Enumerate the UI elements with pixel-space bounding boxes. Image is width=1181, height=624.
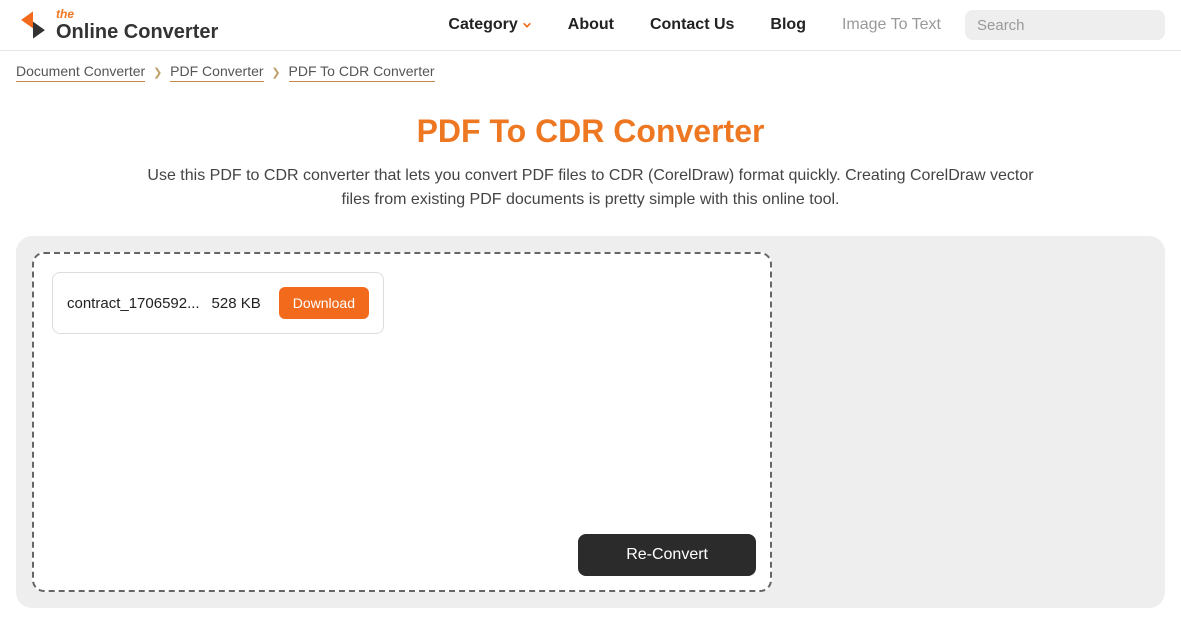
drop-zone[interactable]: contract_1706592... 528 KB Download Re-C… bbox=[32, 252, 772, 592]
logo-icon bbox=[16, 8, 50, 42]
logo[interactable]: the Online Converter bbox=[16, 8, 218, 42]
chevron-right-icon: ❯ bbox=[153, 67, 162, 79]
logo-text: the Online Converter bbox=[56, 8, 218, 42]
chevron-down-icon bbox=[522, 20, 532, 30]
logo-the: the bbox=[56, 8, 218, 20]
breadcrumb: Document Converter ❯ PDF Converter ❯ PDF… bbox=[0, 51, 1181, 85]
nav-about[interactable]: About bbox=[568, 16, 614, 34]
chevron-right-icon: ❯ bbox=[271, 67, 280, 79]
file-name: contract_1706592... bbox=[67, 295, 202, 312]
page-title: PDF To CDR Converter bbox=[0, 113, 1181, 150]
search-box[interactable] bbox=[965, 10, 1165, 40]
nav-category-label: Category bbox=[448, 16, 517, 34]
nav: Category About Contact Us Blog Image To … bbox=[448, 16, 941, 34]
converter-panel: contract_1706592... 528 KB Download Re-C… bbox=[16, 236, 1165, 608]
file-size: 528 KB bbox=[212, 295, 261, 312]
breadcrumb-pdf-to-cdr[interactable]: PDF To CDR Converter bbox=[289, 63, 435, 82]
nav-blog[interactable]: Blog bbox=[770, 16, 806, 34]
file-card: contract_1706592... 528 KB Download bbox=[52, 272, 384, 334]
search-input[interactable] bbox=[977, 17, 1176, 34]
download-button[interactable]: Download bbox=[279, 287, 369, 319]
breadcrumb-document-converter[interactable]: Document Converter bbox=[16, 63, 145, 82]
page-description: Use this PDF to CDR converter that lets … bbox=[141, 164, 1041, 212]
nav-contact[interactable]: Contact Us bbox=[650, 16, 734, 34]
reconvert-button[interactable]: Re-Convert bbox=[578, 534, 756, 576]
nav-image-to-text[interactable]: Image To Text bbox=[842, 16, 941, 34]
logo-main: Online Converter bbox=[56, 22, 218, 42]
header: the Online Converter Category About Cont… bbox=[0, 0, 1181, 51]
breadcrumb-pdf-converter[interactable]: PDF Converter bbox=[170, 63, 263, 82]
nav-category[interactable]: Category bbox=[448, 16, 531, 34]
